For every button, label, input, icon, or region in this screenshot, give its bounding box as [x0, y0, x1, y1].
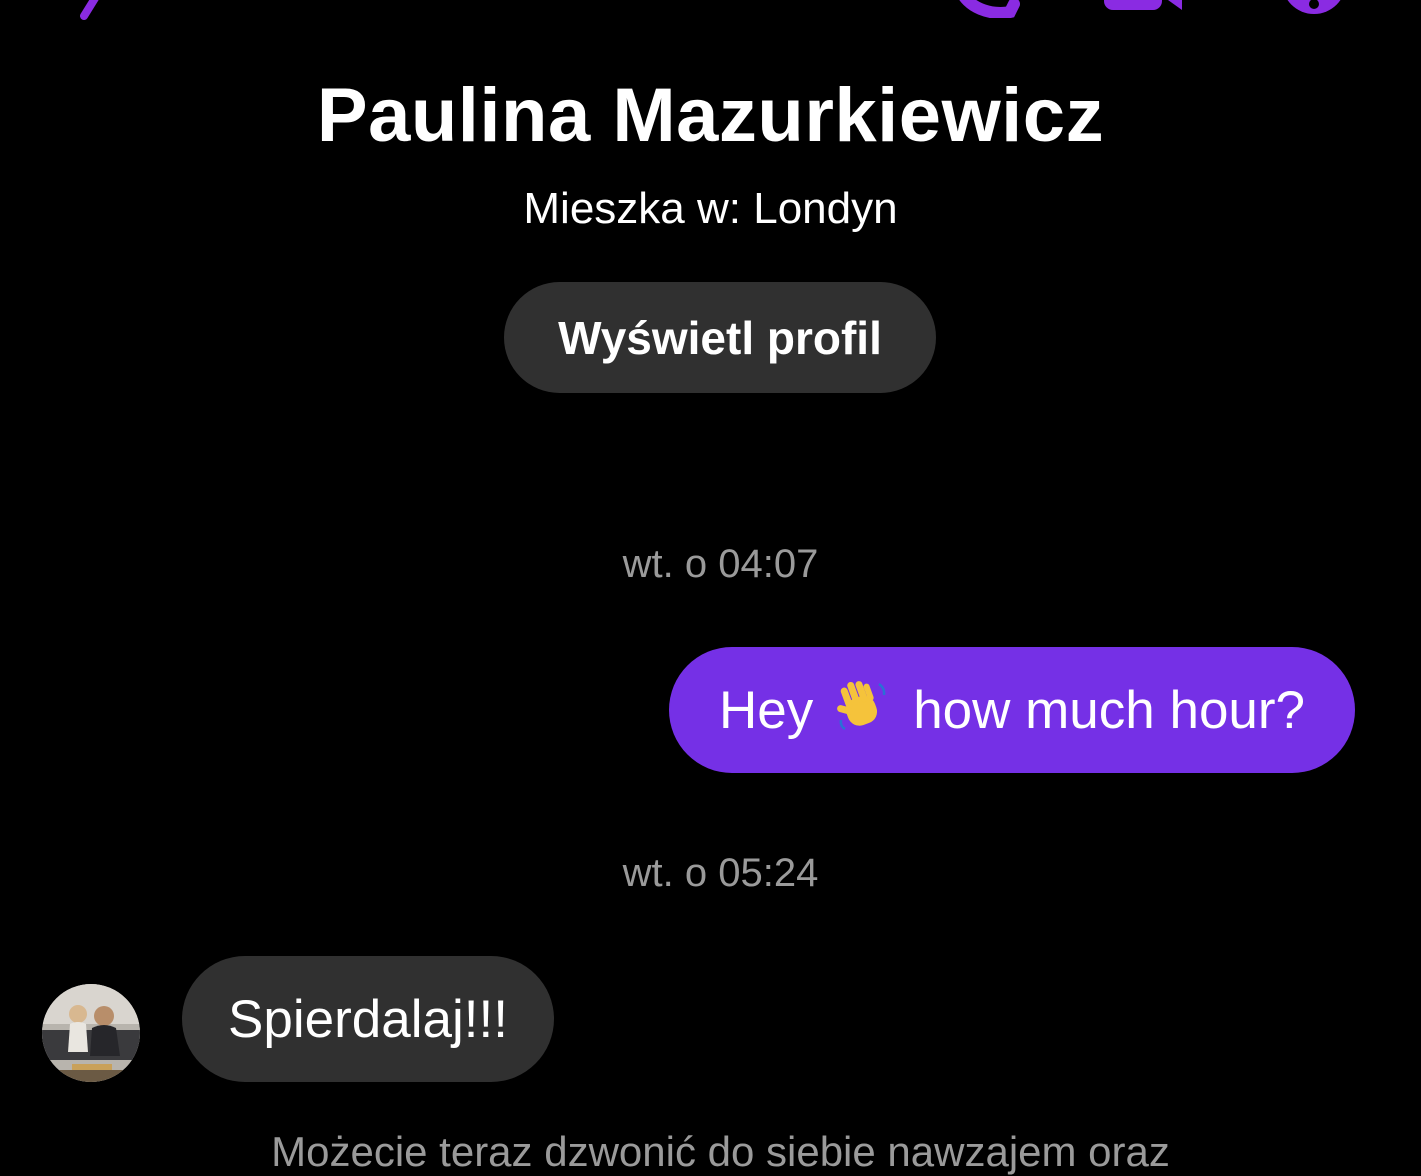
- profile-location: Mieszka w: Londyn: [523, 184, 898, 233]
- message-timestamp: wt. o 05:24: [622, 851, 819, 895]
- profile-name: Paulina Mazurkiewicz: [316, 73, 1105, 158]
- message-text: how much hour?: [913, 680, 1306, 740]
- top-app-bar: [0, 0, 1421, 30]
- message-text: Hey: [718, 680, 814, 740]
- outgoing-message-bubble[interactable]: Hey how much hour?: [669, 647, 1355, 773]
- waving-hand-icon: [835, 676, 891, 745]
- info-icon[interactable]: [1278, 0, 1350, 25]
- video-call-icon[interactable]: [1100, 0, 1200, 19]
- message-timestamp: wt. o 04:07: [622, 542, 819, 586]
- message-text: Spierdalaj!!!: [228, 989, 508, 1049]
- incoming-message-bubble[interactable]: Spierdalaj!!!: [182, 956, 554, 1082]
- contact-avatar[interactable]: [42, 984, 140, 1082]
- view-profile-button[interactable]: Wyświetl profil: [504, 282, 936, 393]
- back-icon[interactable]: [60, 0, 130, 35]
- phone-call-icon[interactable]: [952, 0, 1042, 23]
- call-notice-text: Możecie teraz dzwonić do siebie nawzajem…: [271, 1128, 1170, 1175]
